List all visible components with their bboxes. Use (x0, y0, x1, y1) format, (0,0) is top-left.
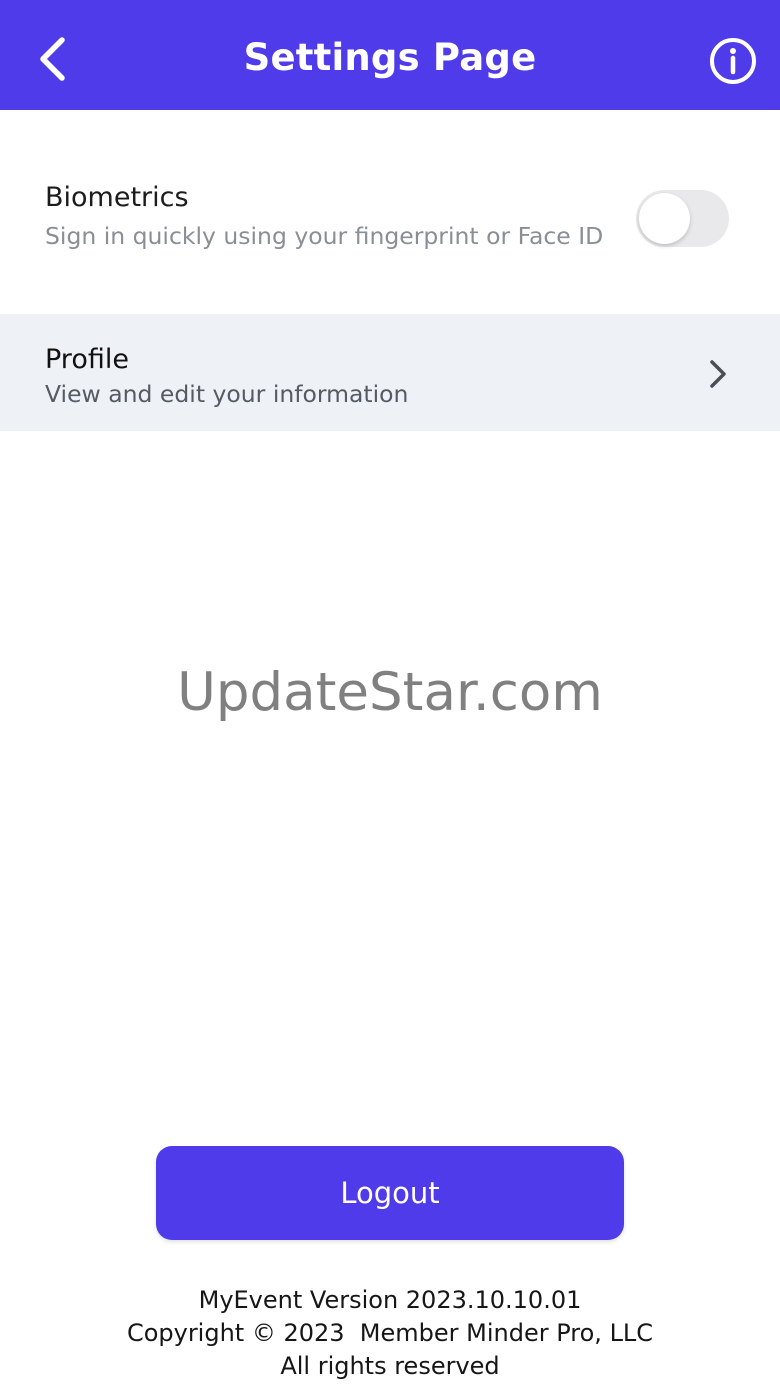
profile-description: View and edit your information (45, 380, 409, 408)
logout-button[interactable]: Logout (156, 1146, 624, 1240)
profile-setting[interactable]: Profile View and edit your information (0, 314, 780, 431)
rights-text: All rights reserved (280, 1352, 500, 1380)
profile-title: Profile (45, 344, 129, 375)
app-header: Settings Page (0, 0, 780, 110)
biometrics-setting: Biometrics Sign in quickly using your fi… (0, 150, 780, 314)
info-button[interactable] (708, 36, 758, 86)
biometrics-toggle[interactable] (636, 190, 729, 247)
info-circle-icon (710, 38, 756, 84)
biometrics-title: Biometrics (45, 182, 189, 213)
copyright-text: Copyright © 2023 Member Minder Pro, LLC (126, 1319, 654, 1347)
settings-screen: Settings Page Biometrics Sign in quickly… (0, 0, 780, 1387)
toggle-knob (639, 193, 690, 244)
chevron-right-icon (710, 360, 726, 388)
watermark-text: UpdateStar.com (177, 662, 603, 723)
biometrics-description: Sign in quickly using your fingerprint o… (45, 222, 604, 250)
version-text: MyEvent Version 2023.10.10.01 (198, 1286, 582, 1314)
page-title: Settings Page (243, 36, 537, 79)
app-footer: MyEvent Version 2023.10.10.01 Copyright … (0, 1284, 780, 1383)
